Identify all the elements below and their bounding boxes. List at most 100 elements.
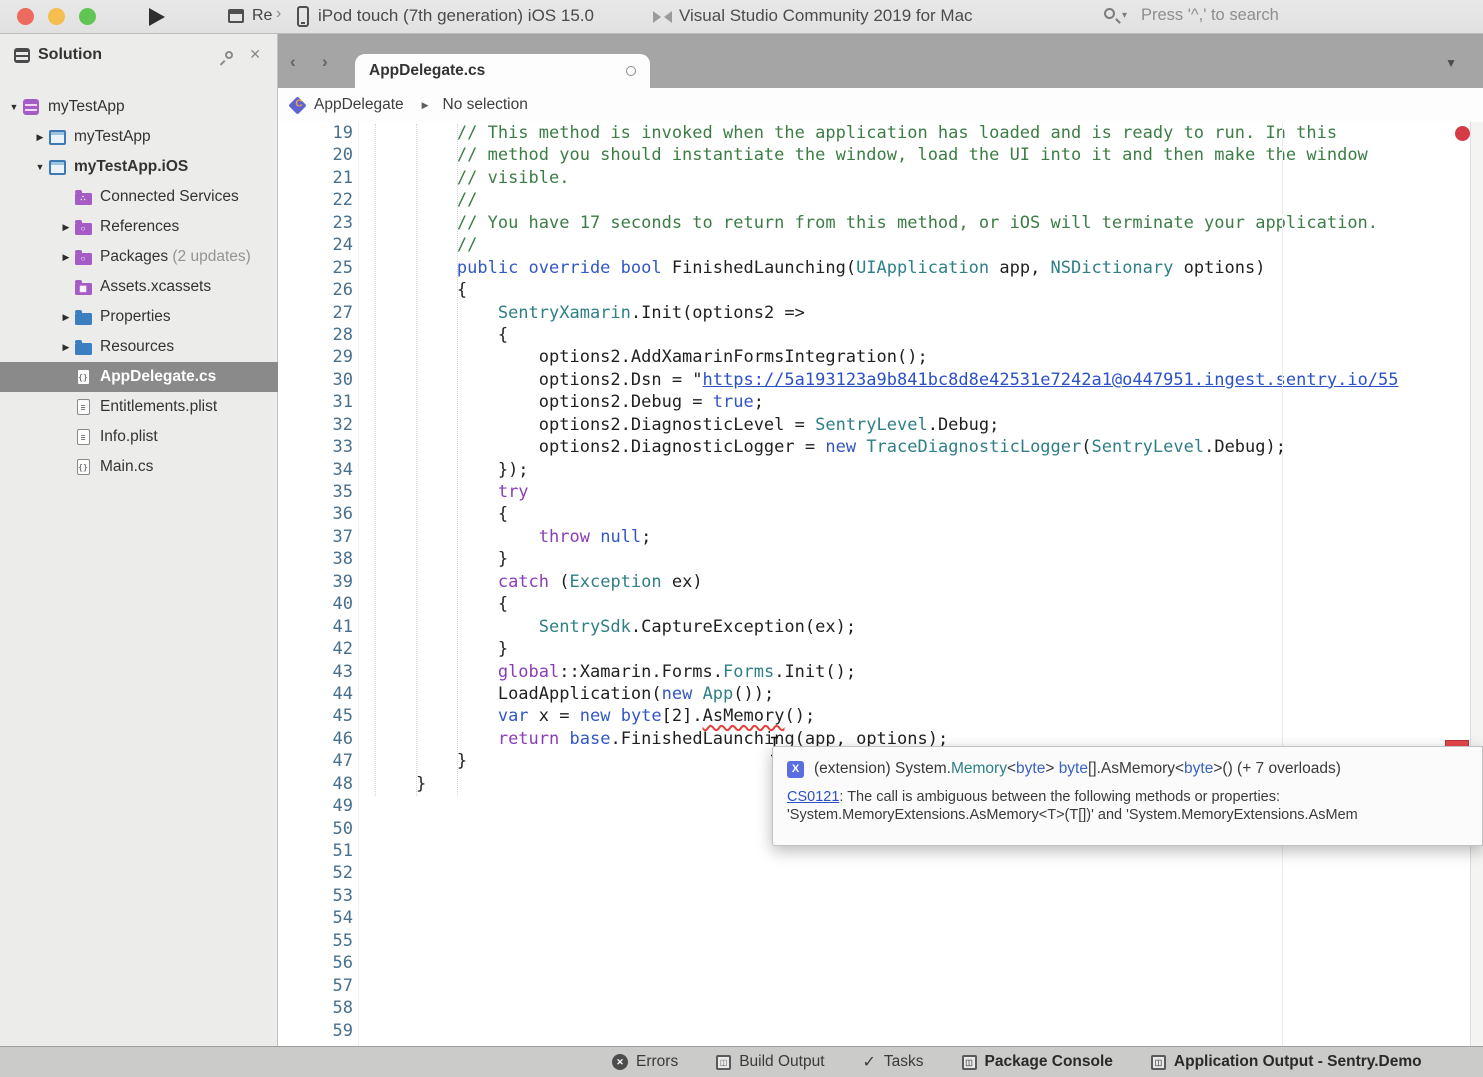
- close-window-button[interactable]: [17, 8, 34, 25]
- breadcrumb-selection[interactable]: No selection: [443, 96, 528, 114]
- line-number[interactable]: 21: [278, 167, 353, 189]
- line-number[interactable]: 26: [278, 279, 353, 301]
- tree-item-resources[interactable]: ▶Resources: [0, 332, 278, 362]
- line-number[interactable]: 32: [278, 414, 353, 436]
- line-number[interactable]: 57: [278, 975, 353, 997]
- line-number[interactable]: 58: [278, 997, 353, 1019]
- line-number[interactable]: 22: [278, 189, 353, 211]
- line-number[interactable]: 39: [278, 571, 353, 593]
- line-number[interactable]: 53: [278, 885, 353, 907]
- pin-icon[interactable]: [223, 49, 234, 60]
- pad-button-tasks[interactable]: ✓Tasks: [863, 1052, 924, 1072]
- connected-services-icon: ∴: [74, 188, 92, 206]
- line-number[interactable]: 27: [278, 302, 353, 324]
- line-number[interactable]: 48: [278, 773, 353, 795]
- search-input[interactable]: Press '^,' to search: [1141, 6, 1279, 25]
- pad-button-errors[interactable]: ✕Errors: [612, 1053, 678, 1071]
- pad-button-build-output[interactable]: ◫Build Output: [716, 1053, 824, 1071]
- line-number[interactable]: 41: [278, 616, 353, 638]
- error-status-dot[interactable]: [1455, 126, 1470, 141]
- line-number[interactable]: 19: [278, 122, 353, 144]
- close-pad-icon[interactable]: ✕: [249, 46, 261, 63]
- zoom-window-button[interactable]: [79, 8, 96, 25]
- line-number[interactable]: 33: [278, 436, 353, 458]
- line-text: [353, 818, 375, 840]
- line-number[interactable]: 20: [278, 144, 353, 166]
- minimize-window-button[interactable]: [48, 8, 65, 25]
- sentry-dsn-link[interactable]: https://5a193123a9b841bc8d8e42531e7242a1…: [703, 370, 1399, 390]
- breadcrumb-class[interactable]: AppDelegate: [314, 96, 404, 114]
- tree-item-assets-xcassets[interactable]: ▦Assets.xcassets: [0, 272, 278, 302]
- disclosure-right-icon[interactable]: ▶: [58, 222, 74, 233]
- plist-file-icon: ≡: [74, 428, 92, 446]
- configuration-selector[interactable]: Re: [252, 7, 272, 25]
- device-selector[interactable]: iPod touch (7th generation) iOS 15.0: [318, 6, 594, 26]
- navigate-forward-icon[interactable]: ›: [322, 52, 328, 72]
- tree-item-references[interactable]: ▶○References: [0, 212, 278, 242]
- tree-item-packages[interactable]: ▶○Packages (2 updates): [0, 242, 278, 272]
- line-number[interactable]: 40: [278, 593, 353, 615]
- line-number[interactable]: 36: [278, 503, 353, 525]
- configuration-icon[interactable]: [228, 9, 244, 23]
- disclosure-right-icon[interactable]: ▶: [58, 252, 74, 263]
- chevron-right-icon: ›: [276, 5, 281, 23]
- line-number[interactable]: 47: [278, 750, 353, 772]
- tree-item-properties[interactable]: ▶Properties: [0, 302, 278, 332]
- line-number[interactable]: 52: [278, 862, 353, 884]
- navigate-back-icon[interactable]: ‹: [290, 52, 296, 72]
- tree-item-connected-services[interactable]: ∴Connected Services: [0, 182, 278, 212]
- pad-button-package-console[interactable]: ◫Package Console: [962, 1053, 1113, 1071]
- code-line-39: 39 catch (Exception ex): [278, 571, 1483, 593]
- disclosure-right-icon[interactable]: ▶: [58, 312, 74, 323]
- line-number[interactable]: 29: [278, 346, 353, 368]
- line-number[interactable]: 37: [278, 526, 353, 548]
- error-code-link[interactable]: CS0121: [787, 789, 839, 805]
- line-number[interactable]: 30: [278, 369, 353, 391]
- output-pad-icon: ◫: [1151, 1055, 1166, 1070]
- tree-item-entitlements-plist[interactable]: ≡Entitlements.plist: [0, 392, 278, 422]
- line-number[interactable]: 59: [278, 1020, 353, 1042]
- line-number[interactable]: 45: [278, 705, 353, 727]
- line-number[interactable]: 49: [278, 795, 353, 817]
- line-number[interactable]: 55: [278, 930, 353, 952]
- line-number[interactable]: 35: [278, 481, 353, 503]
- tree-item-appdelegate-cs[interactable]: {}AppDelegate.cs: [0, 362, 278, 392]
- line-number[interactable]: 44: [278, 683, 353, 705]
- line-number[interactable]: 24: [278, 234, 353, 256]
- tab-close-icon[interactable]: [626, 66, 636, 76]
- line-number[interactable]: 51: [278, 840, 353, 862]
- disclosure-right-icon[interactable]: ▶: [32, 132, 48, 143]
- line-number[interactable]: 31: [278, 391, 353, 413]
- line-number[interactable]: 54: [278, 907, 353, 929]
- line-text: });: [353, 459, 529, 481]
- disclosure-down-icon[interactable]: ▼: [32, 162, 48, 172]
- line-number[interactable]: 23: [278, 212, 353, 234]
- scrollbar-track[interactable]: [1470, 122, 1483, 1046]
- line-number[interactable]: 38: [278, 548, 353, 570]
- tree-item-info-plist[interactable]: ≡Info.plist: [0, 422, 278, 452]
- line-number[interactable]: 46: [278, 728, 353, 750]
- line-number[interactable]: 50: [278, 818, 353, 840]
- pad-button-application-output-sentry-demo[interactable]: ◫Application Output - Sentry.Demo: [1151, 1053, 1422, 1071]
- tree-item-mytestapp[interactable]: ▶myTestApp: [0, 122, 278, 152]
- line-number[interactable]: 34: [278, 459, 353, 481]
- line-number[interactable]: 56: [278, 952, 353, 974]
- line-text: [353, 840, 375, 862]
- line-number[interactable]: 43: [278, 661, 353, 683]
- tab-appdelegate[interactable]: AppDelegate.cs: [355, 54, 650, 88]
- search-icon[interactable]: [1104, 8, 1115, 19]
- tree-item-mytestapp[interactable]: ▼myTestApp: [0, 92, 278, 122]
- code-editor[interactable]: 19 // This method is invoked when the ap…: [278, 122, 1483, 1046]
- solution-pad: Solution ✕ ▼myTestApp▶myTestApp▼myTestAp…: [0, 34, 278, 1046]
- line-text: // This method is invoked when the appli…: [353, 122, 1337, 144]
- line-number[interactable]: 28: [278, 324, 353, 346]
- disclosure-right-icon[interactable]: ▶: [58, 342, 74, 353]
- line-text: [353, 997, 375, 1019]
- tree-item-mytestapp-ios[interactable]: ▼myTestApp.iOS: [0, 152, 278, 182]
- disclosure-down-icon[interactable]: ▼: [6, 102, 22, 112]
- tab-overflow-icon[interactable]: ▼: [1445, 56, 1457, 70]
- line-number[interactable]: 42: [278, 638, 353, 660]
- tree-item-main-cs[interactable]: {}Main.cs: [0, 452, 278, 482]
- line-number[interactable]: 25: [278, 257, 353, 279]
- run-icon[interactable]: [149, 8, 165, 26]
